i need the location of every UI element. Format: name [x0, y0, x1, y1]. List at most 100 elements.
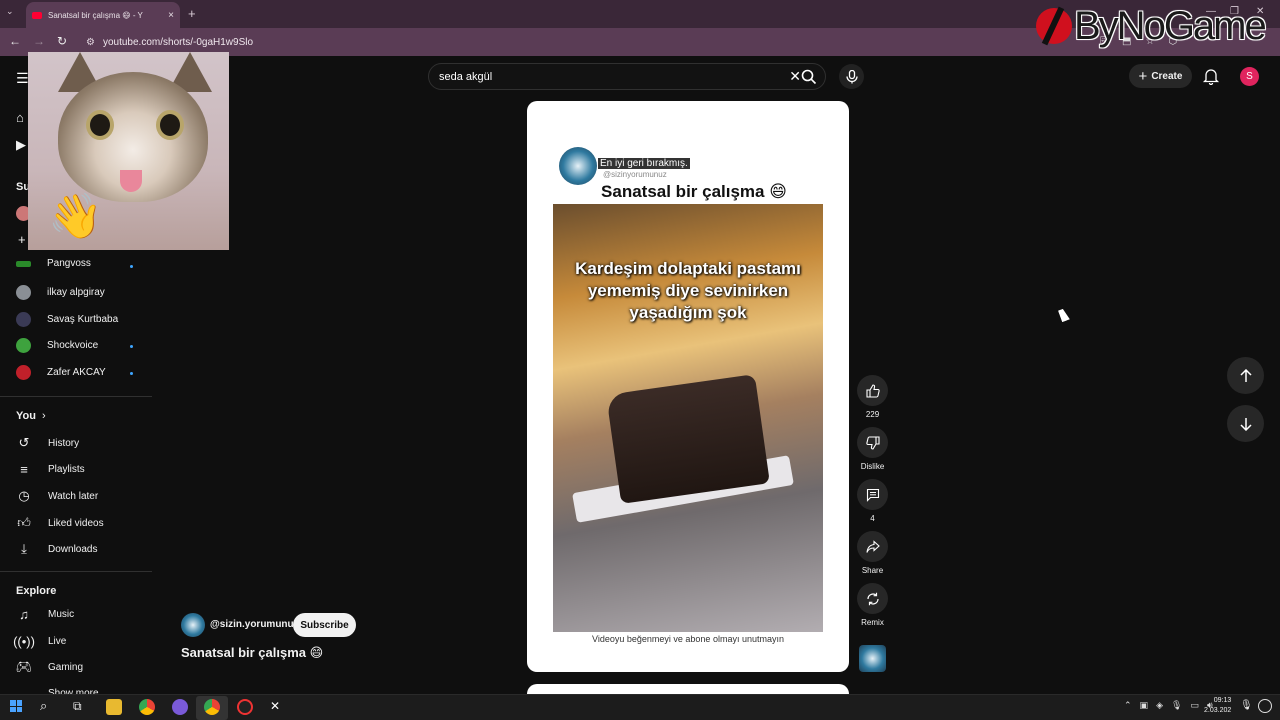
playlists-icon: ≡	[20, 461, 28, 477]
sidebar-item-label: Liked videos	[48, 517, 104, 529]
dislike-button[interactable]	[857, 427, 888, 458]
shorts-icon[interactable]: ▶	[16, 137, 26, 153]
notifications-button[interactable]	[1202, 67, 1220, 85]
task-view-icon[interactable]: ⧉	[73, 699, 82, 714]
like-button[interactable]	[857, 375, 888, 406]
thumb-up-icon: 👍︎	[17, 515, 31, 530]
sidebar-item-label: Playlists	[48, 463, 85, 475]
bynogame-watermark: ByNoGame	[1036, 0, 1280, 52]
channel-avatar	[16, 338, 31, 353]
sidebar-divider	[0, 396, 152, 397]
share-button[interactable]	[857, 531, 888, 562]
remix-label: Remix	[861, 618, 884, 627]
site-info-icon[interactable]: ⚙	[86, 37, 95, 48]
thumb-up-icon	[865, 383, 880, 398]
search-input[interactable]: seda akgül ✕	[428, 63, 826, 90]
share-label: Share	[861, 566, 884, 575]
comments-button[interactable]	[857, 479, 888, 510]
sidebar-item-gaming[interactable]: 🎮︎ Gaming	[16, 659, 83, 675]
subscription-label: Pangvoss	[47, 258, 91, 269]
new-tab-button[interactable]: +	[188, 6, 196, 21]
chrome-active-icon[interactable]	[204, 699, 220, 715]
search-icon[interactable]: ⌕	[40, 698, 47, 714]
like-count: 229	[865, 410, 880, 419]
notification-center-icon[interactable]	[1258, 699, 1272, 713]
sidebar-item-savas-kurtbaba[interactable]: Savaş Kurtbaba	[16, 312, 152, 327]
home-icon[interactable]: ⌂	[16, 110, 24, 125]
search-button[interactable]	[792, 64, 826, 89]
short-title: Sanatsal bir çalışma 😄	[181, 645, 324, 660]
mouse-cursor-icon	[1058, 307, 1070, 323]
reload-button[interactable]: ↻	[57, 34, 67, 48]
search-query: seda akgül	[439, 70, 493, 83]
cake-image	[606, 374, 770, 504]
forward-button[interactable]: →	[33, 34, 45, 48]
sidebar-you-heading[interactable]: You ›	[16, 410, 46, 422]
subscribe-button[interactable]: Subscribe	[293, 613, 356, 637]
windows-start-icon[interactable]	[10, 700, 22, 712]
sidebar-item-label: Gaming	[48, 661, 84, 673]
channel-avatar	[16, 312, 31, 327]
channel-avatar[interactable]	[181, 613, 205, 637]
recorder-icon[interactable]	[237, 699, 253, 715]
tab-list-chevron-icon[interactable]: ⌄	[6, 6, 14, 17]
sidebar-item-liked-videos[interactable]: 👍︎ Liked videos	[16, 515, 104, 531]
browser-tab[interactable]: Sanatsal bir çalışma 😄 - Y ×	[26, 2, 180, 28]
audio-source-thumbnail[interactable]	[859, 645, 886, 672]
channel-name[interactable]: @sizin.yorumunuz	[210, 619, 299, 630]
you-label: You	[16, 410, 36, 422]
account-avatar[interactable]: S	[1240, 67, 1259, 86]
dislike-label: Dislike	[860, 462, 885, 471]
url-text: youtube.com/shorts/-0gaH1w9Slo	[102, 36, 254, 48]
cat-eye	[156, 110, 184, 140]
taskbar-clock[interactable]: 09:13 2.03.202	[1204, 696, 1231, 716]
chevron-up-icon[interactable]: ⌃	[1124, 700, 1132, 711]
video-embedded-title: Sanatsal bir çalışma 😄	[601, 182, 787, 201]
sidebar-item-history[interactable]: ↺ History	[16, 435, 80, 451]
video-caption-highlight: En iyi geri bırakmış.	[598, 158, 690, 169]
arrow-down-icon	[1239, 417, 1252, 431]
sidebar-item-ilkay-alpgiray[interactable]: ilkay alpgiray	[16, 285, 152, 300]
download-icon: ⤓	[21, 541, 27, 556]
mic-tray-icon[interactable]: 🎙︎	[1240, 700, 1253, 711]
sidebar-explore-heading: Explore	[16, 585, 57, 597]
voice-search-button[interactable]	[839, 64, 864, 89]
previous-short-button[interactable]	[1227, 357, 1264, 394]
sidebar-item-music[interactable]: ♫ Music	[16, 606, 74, 622]
remix-button[interactable]	[857, 583, 888, 614]
create-button[interactable]: + Create	[1129, 64, 1192, 88]
comment-icon	[866, 488, 879, 502]
chrome-icon[interactable]	[139, 699, 155, 715]
remix-icon	[866, 592, 879, 605]
next-short-button[interactable]	[1227, 405, 1264, 442]
back-button[interactable]: ←	[9, 34, 21, 48]
network-icon[interactable]: ▭	[1190, 700, 1199, 711]
music-icon: ♫	[19, 606, 29, 622]
sidebar-divider	[0, 571, 152, 572]
arrow-up-icon	[1239, 368, 1252, 382]
sidebar-item-live[interactable]: ((•)) Live	[13, 633, 66, 649]
history-icon: ↺	[18, 435, 30, 450]
tray-app-icon[interactable]: ▣	[1140, 700, 1149, 711]
channel-avatar	[16, 365, 31, 380]
sidebar-item-watch-later[interactable]: ◷ Watch later	[16, 488, 98, 504]
comment-count: 4	[870, 514, 875, 523]
plus-icon: +	[1138, 67, 1148, 85]
app-icon[interactable]	[172, 699, 188, 715]
sidebar-item-label: History	[48, 437, 80, 449]
tray-app-icon[interactable]: ◈	[1156, 700, 1163, 711]
channel-avatar	[16, 285, 31, 300]
subscription-label: Shockvoice	[47, 340, 99, 351]
subscription-label: Zafer AKCAY	[47, 367, 106, 378]
close-tab-icon[interactable]: ×	[168, 10, 174, 21]
sidebar-item-downloads[interactable]: ⤓ Downloads	[16, 541, 97, 557]
cat-tongue	[120, 170, 142, 192]
file-explorer-icon[interactable]	[106, 699, 122, 715]
new-content-dot	[130, 345, 133, 348]
add-icon[interactable]: +	[18, 232, 26, 247]
capcut-icon[interactable]: ✕	[270, 699, 280, 713]
microphone-icon	[845, 69, 858, 83]
microphone-tray-icon[interactable]: 🎙︎	[1171, 700, 1182, 711]
url-field[interactable]: ⚙ youtube.com/shorts/-0gaH1w9Slo	[80, 32, 1120, 52]
sidebar-item-playlists[interactable]: ≡ Playlists	[16, 461, 85, 477]
